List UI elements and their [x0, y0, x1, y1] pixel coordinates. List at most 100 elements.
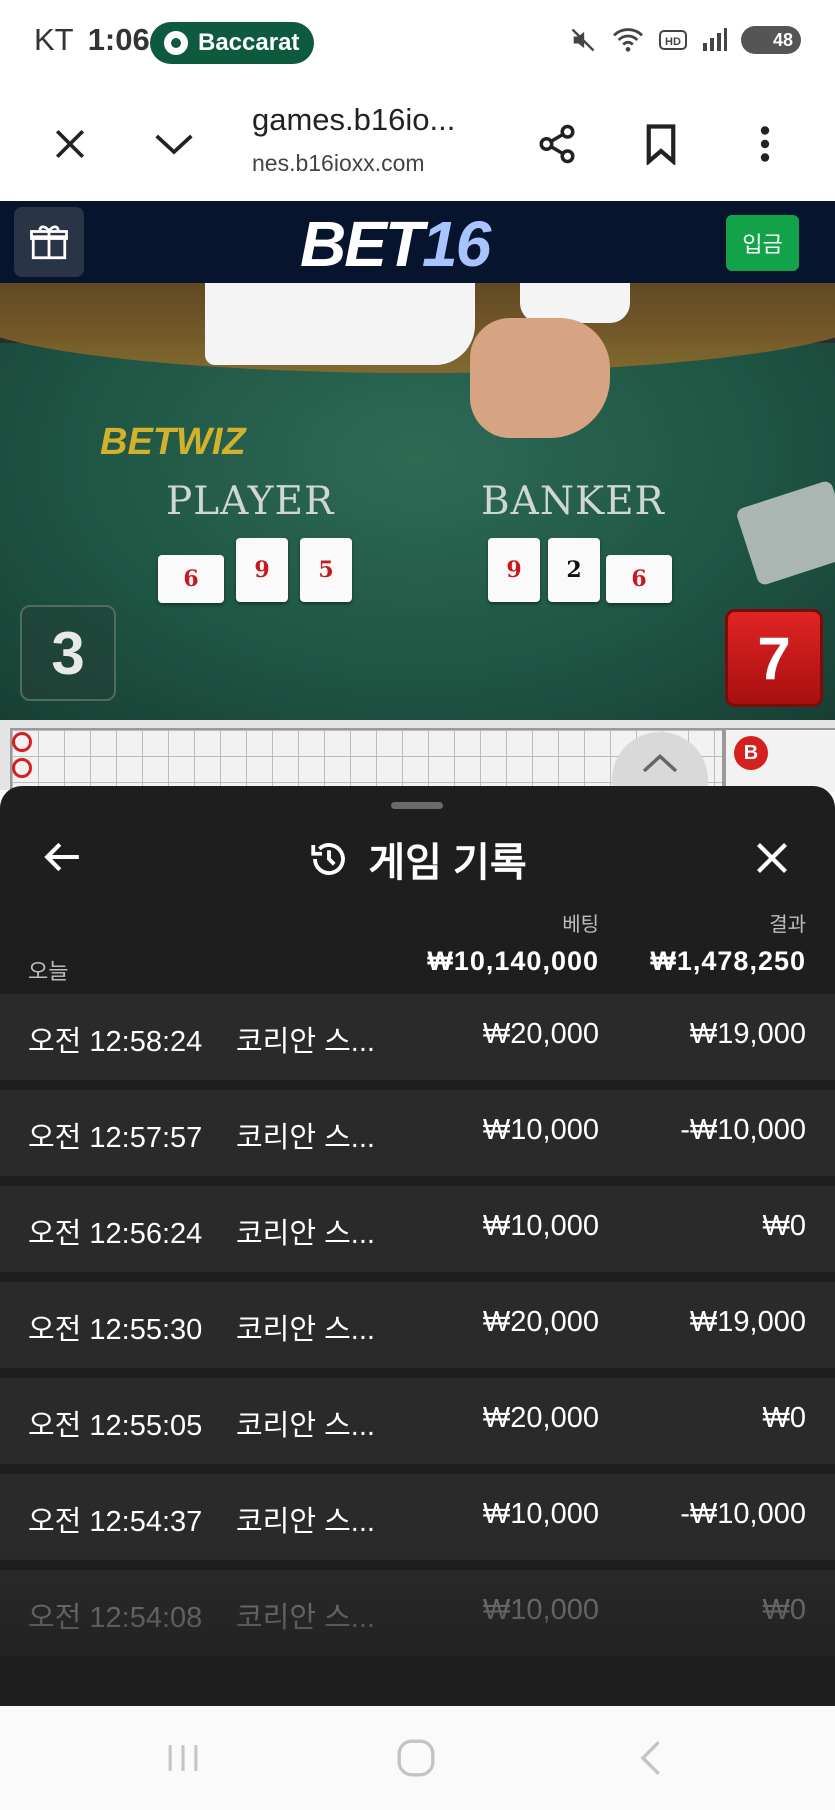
row-bet: ₩10,000: [482, 1594, 599, 1626]
row-time: 오전 12:54:37: [28, 1506, 203, 1538]
row-game: 코리안 스...: [236, 1314, 375, 1346]
banker-card-2: 2: [548, 538, 600, 602]
history-icon: [311, 843, 346, 875]
banker-marker: B: [734, 736, 768, 770]
drag-handle[interactable]: [391, 802, 443, 809]
hd-icon: HD: [659, 30, 687, 50]
chrome-icon: [164, 31, 188, 55]
row-time: 오전 12:56:24: [28, 1218, 203, 1250]
svg-text:HD: HD: [665, 36, 681, 48]
home-icon: [397, 1739, 435, 1777]
date-group-label: 오늘: [28, 959, 69, 984]
row-time: 오전 12:57:57: [28, 1122, 203, 1154]
mute-icon: [571, 28, 595, 52]
gift-icon: [30, 225, 68, 260]
history-row[interactable]: 오전 12:56:24 코리안 스... ₩10,000 ₩0: [0, 1186, 835, 1272]
dealer-hand: [470, 318, 610, 438]
gift-button[interactable]: [14, 207, 84, 277]
history-row[interactable]: 오전 12:55:30 코리안 스... ₩20,000 ₩19,000: [0, 1282, 835, 1368]
bookmark-icon: [646, 124, 676, 165]
road-marker: [12, 732, 32, 752]
row-result: -₩10,000: [680, 1114, 806, 1146]
site-logo[interactable]: BET16: [300, 207, 491, 281]
row-result: ₩19,000: [689, 1018, 806, 1050]
row-time: 오전 12:54:08: [28, 1602, 203, 1634]
player-card-1: 6: [158, 555, 224, 603]
row-game: 코리안 스...: [236, 1026, 375, 1058]
close-sheet-button[interactable]: [746, 832, 798, 884]
browser-toolbar: games.b16io... nes.b16ioxx.com: [0, 88, 835, 202]
app-pill[interactable]: Baccarat: [150, 22, 314, 64]
bookmark-button[interactable]: [631, 114, 691, 174]
banker-label: BANKER: [481, 479, 665, 524]
minimize-button[interactable]: [144, 114, 204, 174]
row-game: 코리안 스...: [236, 1602, 375, 1634]
chevron-up-icon: [642, 753, 678, 773]
sheet-title: 게임 기록: [368, 841, 527, 885]
more-options-button[interactable]: [735, 114, 795, 174]
logo-accent: 16: [422, 208, 491, 280]
close-icon: [757, 843, 787, 873]
live-game-video[interactable]: BETWIZ PLAYER BANKER 6 9 5 9 2 6 3 7: [0, 283, 835, 720]
status-bar: KT 1:06 Baccarat HD 48: [0, 0, 835, 88]
wifi-icon: [613, 28, 643, 52]
row-result: ₩0: [762, 1210, 807, 1242]
logo-main: BET: [300, 208, 424, 280]
banker-card-3: 6: [606, 555, 672, 603]
total-result: ₩1,478,250: [650, 946, 806, 976]
recents-button[interactable]: [148, 1732, 218, 1784]
battery-level: 48: [772, 30, 793, 50]
clock: 1:06: [87, 22, 150, 57]
table-brand: BETWIZ: [100, 421, 246, 463]
site-header: BET16 입금: [0, 201, 835, 283]
row-time: 오전 12:55:30: [28, 1314, 203, 1346]
battery-icon: 48: [741, 26, 801, 54]
banker-score: 7: [725, 609, 823, 707]
signal-icon: [703, 28, 727, 51]
back-nav-button[interactable]: [615, 1732, 685, 1784]
carrier-label: KT: [34, 22, 74, 57]
row-result: ₩19,000: [689, 1306, 806, 1338]
dealer-cuff: [520, 283, 630, 323]
home-button[interactable]: [381, 1732, 451, 1784]
close-tab-button[interactable]: [40, 114, 100, 174]
row-result: ₩0: [762, 1402, 807, 1434]
history-row[interactable]: 오전 12:55:05 코리안 스... ₩20,000 ₩0: [0, 1378, 835, 1464]
deposit-button[interactable]: 입금: [726, 215, 799, 271]
history-row[interactable]: 오전 12:54:08 코리안 스... ₩10,000 ₩0: [0, 1570, 835, 1656]
page-domain[interactable]: games.b16io...: [252, 102, 455, 138]
history-row[interactable]: 오전 12:57:57 코리안 스... ₩10,000 -₩10,000: [0, 1090, 835, 1176]
banker-card-1: 9: [488, 538, 540, 602]
player-score: 3: [20, 605, 116, 701]
total-bet: ₩10,140,000: [427, 946, 599, 976]
row-bet: ₩20,000: [482, 1402, 599, 1434]
row-game: 코리안 스...: [236, 1218, 375, 1250]
row-time: 오전 12:55:05: [28, 1410, 203, 1442]
carrier-time: KT 1:06: [34, 22, 150, 58]
app-pill-label: Baccarat: [198, 29, 300, 56]
history-row[interactable]: 오전 12:58:24 코리안 스... ₩20,000 ₩19,000: [0, 994, 835, 1080]
road-board: B: [0, 720, 835, 828]
chevron-down-icon: [155, 134, 193, 155]
player-card-3: 5: [300, 538, 352, 602]
road-marker: [12, 758, 32, 778]
column-header-result: 결과: [769, 914, 806, 936]
page-url[interactable]: nes.b16ioxx.com: [252, 150, 425, 177]
more-vert-icon: [760, 126, 770, 162]
player-card-2: 9: [236, 538, 288, 602]
share-button[interactable]: [527, 114, 587, 174]
row-bet: ₩20,000: [482, 1018, 599, 1050]
row-bet: ₩10,000: [482, 1210, 599, 1242]
game-history-sheet: 게임 기록 베팅 결과 오늘 ₩10,140,000 ₩1,478,250 오전…: [0, 786, 835, 1706]
system-nav-bar: [0, 1706, 835, 1810]
sheet-header: 게임 기록: [0, 830, 835, 888]
row-time: 오전 12:58:24: [28, 1026, 203, 1058]
card-shoe: [735, 479, 835, 587]
dealer-arm: [205, 283, 475, 365]
player-label: PLAYER: [166, 479, 335, 524]
column-header-bet: 베팅: [562, 914, 599, 936]
history-row[interactable]: 오전 12:54:37 코리안 스... ₩10,000 -₩10,000: [0, 1474, 835, 1560]
share-icon: [539, 124, 575, 164]
back-icon: [640, 1741, 660, 1775]
row-game: 코리안 스...: [236, 1506, 375, 1538]
